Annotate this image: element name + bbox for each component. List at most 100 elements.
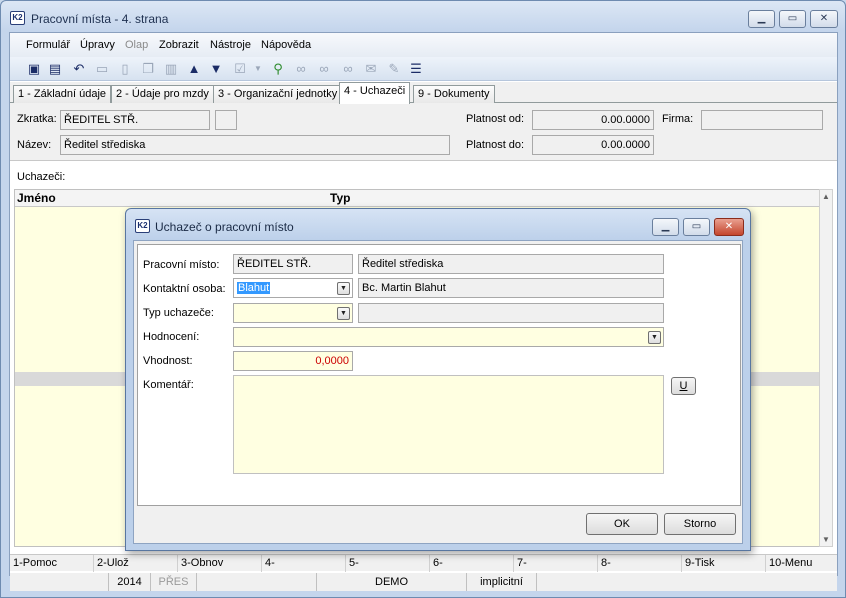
arrow-up-icon[interactable]: ▲ xyxy=(186,61,202,77)
save-as-icon[interactable]: ▤ xyxy=(47,61,63,77)
hodnoceni-label: Hodnocení: xyxy=(143,331,200,343)
tab-uchazeci[interactable]: 4 - Uchazeči xyxy=(339,82,411,104)
tab-strip: 1 - Základní údaje 2 - Údaje pro mzdy 3 … xyxy=(10,82,837,104)
menu-formular[interactable]: Formulář xyxy=(26,39,70,51)
column-jmeno[interactable]: Jméno xyxy=(17,191,56,205)
komentar-textarea[interactable] xyxy=(233,375,664,474)
tab-zakladni-udaje[interactable]: 1 - Základní údaje xyxy=(13,85,112,103)
uchazec-dialog: K2 Uchazeč o pracovní místo ▁ ▭ ✕ Pracov… xyxy=(125,208,751,551)
ok-button[interactable]: OK xyxy=(586,513,658,535)
hodnoceni-field[interactable] xyxy=(233,327,664,347)
dialog-minimize-button[interactable]: ▁ xyxy=(652,218,679,236)
platnost-od-field[interactable]: 0.00.0000 xyxy=(532,110,654,130)
pracovni-misto-label: Pracovní místo: xyxy=(143,259,220,271)
dialog-logo-icon: K2 xyxy=(135,219,150,233)
firma-field[interactable] xyxy=(701,110,823,130)
book-icon[interactable]: ▥ xyxy=(163,61,179,77)
toolbar: ▣ ▤ ↶ ▭ ▯ ❐ ▥ ▲ ▼ ☑ ▼ ⚲ ∞ ∞ ∞ ✉ ✎ ☰ xyxy=(10,57,837,81)
fkey-7[interactable]: 7- xyxy=(514,555,598,572)
firma-label: Firma: xyxy=(662,113,694,125)
pracovni-misto-code-field[interactable]: ŘEDITEL STŘ. xyxy=(233,254,353,274)
fkey-10[interactable]: 10-Menu xyxy=(766,555,839,572)
zkratka-field[interactable]: ŘEDITEL STŘ. xyxy=(60,110,210,130)
typ-uchazece-field[interactable] xyxy=(233,303,353,323)
nazev-field[interactable]: Ředitel střediska xyxy=(60,135,450,155)
typ-uchazece-name-field xyxy=(358,303,664,323)
vhodnost-field[interactable]: 0,0000 xyxy=(233,351,353,371)
kontaktni-osoba-value: Blahut xyxy=(237,282,271,294)
u-button[interactable]: U xyxy=(671,377,696,395)
mail-icon[interactable]: ✉ xyxy=(363,61,379,77)
pracovni-misto-name-field: Ředitel střediska xyxy=(358,254,664,274)
maximize-button[interactable]: ▭ xyxy=(779,10,806,28)
tab-dokumenty[interactable]: 9 - Dokumenty xyxy=(413,85,495,103)
zkratka-extra-field[interactable] xyxy=(215,110,237,130)
fkey-2[interactable]: 2-Ulož xyxy=(94,555,178,572)
hodnoceni-chevron-down-icon[interactable]: ▼ xyxy=(648,331,661,344)
kontaktni-osoba-chevron-down-icon[interactable]: ▼ xyxy=(337,282,350,295)
minimize-button[interactable]: ▁ xyxy=(748,10,775,28)
main-window: K2 Pracovní místa - 4. strana ▁ ▭ ✕ Form… xyxy=(0,0,846,598)
close-button[interactable]: ✕ xyxy=(810,10,838,28)
dialog-maximize-button[interactable]: ▭ xyxy=(683,218,710,236)
status-bar: 2014 PŘES DEMO implicitní xyxy=(10,573,837,591)
storno-button[interactable]: Storno xyxy=(664,513,736,535)
fkey-9[interactable]: 9-Tisk xyxy=(682,555,766,572)
zkratka-label: Zkratka: xyxy=(17,113,57,125)
nazev-label: Název: xyxy=(17,139,52,151)
tab-organizacni-jednotky[interactable]: 3 - Organizační jednotky xyxy=(213,85,343,103)
scroll-up-icon[interactable]: ▲ xyxy=(822,192,830,201)
undo-icon[interactable]: ↶ xyxy=(71,61,87,77)
fkey-8[interactable]: 8- xyxy=(598,555,682,572)
header-form: Zkratka: ŘEDITEL STŘ. Název: Ředitel stř… xyxy=(10,103,837,161)
fkey-1[interactable]: 1-Pomoc xyxy=(10,555,94,572)
platnost-od-label: Platnost od: xyxy=(466,113,525,125)
kontaktni-osoba-field[interactable]: Blahut xyxy=(233,278,353,298)
open-folder-icon[interactable]: ▭ xyxy=(94,61,110,77)
arrow-down-icon[interactable]: ▼ xyxy=(208,61,224,77)
status-db: DEMO xyxy=(317,573,467,591)
dialog-title: Uchazeč o pracovní místo xyxy=(155,220,294,234)
menu-nastroje[interactable]: Nástroje xyxy=(210,39,251,51)
dialog-close-button[interactable]: ✕ xyxy=(714,218,744,236)
binoculars-next-icon[interactable]: ∞ xyxy=(316,61,332,77)
fkey-4[interactable]: 4- xyxy=(262,555,346,572)
grid-scrollbar[interactable]: ▲ ▼ xyxy=(819,189,833,547)
check-icon[interactable]: ☑ xyxy=(232,61,248,77)
dropdown-icon[interactable]: ▼ xyxy=(250,61,266,77)
menu-icon[interactable]: ☰ xyxy=(408,61,424,77)
fkey-5[interactable]: 5- xyxy=(346,555,430,572)
column-typ[interactable]: Typ xyxy=(330,191,350,205)
scroll-down-icon[interactable]: ▼ xyxy=(822,535,830,544)
edit-icon[interactable]: ✎ xyxy=(386,61,402,77)
komentar-label: Komentář: xyxy=(143,379,194,391)
vhodnost-label: Vhodnost: xyxy=(143,355,193,367)
status-mode: PŘES xyxy=(151,573,197,591)
fkey-3[interactable]: 3-Obnov xyxy=(178,555,262,572)
dialog-panel: Pracovní místo: ŘEDITEL STŘ. Ředitel stř… xyxy=(137,244,741,506)
menu-napoveda[interactable]: Nápověda xyxy=(261,39,311,51)
dialog-caption-buttons: ▁ ▭ ✕ xyxy=(652,218,744,236)
menu-upravy[interactable]: Úpravy xyxy=(80,39,115,51)
kontaktni-osoba-name-field: Bc. Martin Blahut xyxy=(358,278,664,298)
window-title: Pracovní místa - 4. strana xyxy=(31,12,169,26)
function-key-bar: 1-Pomoc 2-Ulož 3-Obnov 4- 5- 6- 7- 8- 9-… xyxy=(10,554,839,572)
tab-udaje-pro-mzdy[interactable]: 2 - Údaje pro mzdy xyxy=(111,85,214,103)
fkey-6[interactable]: 6- xyxy=(430,555,514,572)
typ-uchazece-chevron-down-icon[interactable]: ▼ xyxy=(337,307,350,320)
binoculars-prev-icon[interactable]: ∞ xyxy=(340,61,356,77)
platnost-do-field[interactable]: 0.00.0000 xyxy=(532,135,654,155)
menu-zobrazit[interactable]: Zobrazit xyxy=(159,39,199,51)
menu-olap[interactable]: Olap xyxy=(125,39,148,51)
copy-icon[interactable]: ❐ xyxy=(140,61,156,77)
new-document-icon[interactable]: ▯ xyxy=(117,61,133,77)
title-bar[interactable]: K2 Pracovní místa - 4. strana ▁ ▭ ✕ xyxy=(1,1,845,33)
grid-header: Jméno Typ xyxy=(15,190,819,207)
filter-icon[interactable]: ⚲ xyxy=(270,61,286,77)
save-icon[interactable]: ▣ xyxy=(26,61,42,77)
status-blank xyxy=(197,573,317,591)
binoculars-icon[interactable]: ∞ xyxy=(293,61,309,77)
dialog-body: Pracovní místo: ŘEDITEL STŘ. Ředitel stř… xyxy=(133,240,743,544)
uchazeci-label: Uchazeči: xyxy=(17,171,66,183)
caption-buttons: ▁ ▭ ✕ xyxy=(748,10,838,28)
